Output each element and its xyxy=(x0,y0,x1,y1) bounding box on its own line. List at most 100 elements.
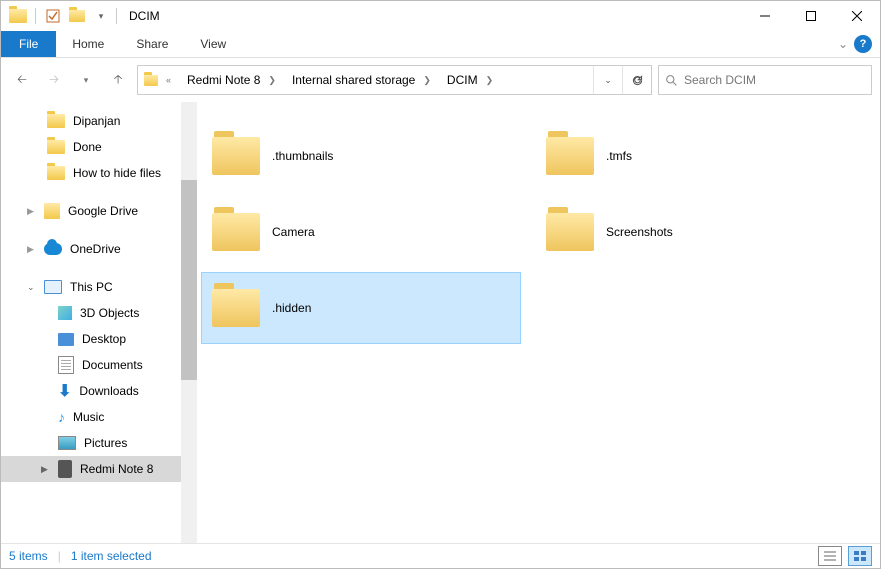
breadcrumb-dcim[interactable]: DCIM ❯ xyxy=(441,66,503,94)
nav-quick-howto[interactable]: How to hide files xyxy=(1,160,197,186)
address-dropdown-button[interactable]: ⌄ xyxy=(593,66,622,94)
item-label: Camera xyxy=(272,225,315,239)
quick-access-toolbar: ▾ xyxy=(1,5,112,27)
folder-screenshots[interactable]: Screenshots xyxy=(535,196,855,268)
file-tab[interactable]: File xyxy=(1,31,56,57)
nav-label: Google Drive xyxy=(68,204,138,218)
separator xyxy=(116,8,117,24)
close-button[interactable] xyxy=(834,1,880,31)
nav-redmi-note-8[interactable]: ▶ Redmi Note 8 xyxy=(1,456,197,482)
breadcrumb-storage[interactable]: Internal shared storage ❯ xyxy=(286,66,441,94)
status-bar: 5 items | 1 item selected xyxy=(1,543,880,568)
navigation-bar: 🡠 🡢 ▾ 🡡 « Redmi Note 8❯ Internal shared … xyxy=(1,58,880,102)
nav-downloads[interactable]: ⬇Downloads xyxy=(1,378,197,404)
status-selected-count: 1 item selected xyxy=(71,549,152,563)
folder-thumbnails[interactable]: .thumbnails xyxy=(201,120,521,192)
minimize-button[interactable] xyxy=(742,1,788,31)
content-area[interactable]: .thumbnails .tmfs Camera Screenshots .hi… xyxy=(197,102,880,543)
explorer-window: ▾ DCIM File Home Share View ⌄ ? 🡠 🡢 ▾ 🡡 … xyxy=(0,0,881,569)
folder-icon xyxy=(47,140,65,154)
nav-label: Done xyxy=(73,140,102,154)
expand-ribbon-button[interactable]: ⌄ xyxy=(838,37,848,51)
breadcrumb-device[interactable]: Redmi Note 8❯ xyxy=(181,66,286,94)
recent-dropdown-button[interactable]: ▾ xyxy=(73,67,99,93)
breadcrumb-root[interactable]: « xyxy=(138,66,181,94)
folder-icon xyxy=(212,289,260,327)
details-view-button[interactable] xyxy=(818,546,842,566)
onedrive-icon xyxy=(44,243,62,255)
home-tab[interactable]: Home xyxy=(56,31,120,57)
address-bar[interactable]: « Redmi Note 8❯ Internal shared storage❯… xyxy=(137,65,652,95)
nav-label: Dipanjan xyxy=(73,114,120,128)
phone-icon xyxy=(58,460,72,478)
3d-objects-icon xyxy=(58,306,72,320)
search-box[interactable]: Search DCIM xyxy=(658,65,872,95)
properties-qat-button[interactable] xyxy=(42,5,64,27)
share-tab[interactable]: Share xyxy=(120,31,184,57)
breadcrumb-label: DCIM xyxy=(447,73,478,87)
nav-desktop[interactable]: Desktop xyxy=(1,326,197,352)
nav-quick-done[interactable]: Done xyxy=(1,134,197,160)
nav-quick-dipanjan[interactable]: Dipanjan xyxy=(1,108,197,134)
folder-icon xyxy=(212,213,260,251)
refresh-button[interactable] xyxy=(622,66,651,94)
help-button[interactable]: ? xyxy=(854,35,872,53)
nav-label: This PC xyxy=(70,280,113,294)
folder-camera[interactable]: Camera xyxy=(201,196,521,268)
ribbon-tabs: File Home Share View ⌄ ? xyxy=(1,31,880,58)
nav-label: Redmi Note 8 xyxy=(80,462,153,476)
maximize-button[interactable] xyxy=(788,1,834,31)
nav-label: 3D Objects xyxy=(80,306,139,320)
folder-icon xyxy=(546,137,594,175)
expand-icon[interactable]: ▶ xyxy=(27,244,36,255)
item-label: Screenshots xyxy=(606,225,673,239)
nav-label: Pictures xyxy=(84,436,127,450)
chevron-right-icon: « xyxy=(162,75,175,85)
nav-music[interactable]: ♪ Music xyxy=(1,404,197,430)
chevron-right-icon: ❯ xyxy=(419,75,435,86)
back-button[interactable]: 🡠 xyxy=(9,67,35,93)
window-title: DCIM xyxy=(129,9,160,23)
folder-icon xyxy=(47,166,65,180)
scrollbar-thumb[interactable] xyxy=(181,180,197,380)
documents-icon xyxy=(58,356,74,374)
window-controls xyxy=(742,1,880,31)
expand-icon[interactable]: ▶ xyxy=(27,206,36,217)
nav-documents[interactable]: Documents xyxy=(1,352,197,378)
qat-dropdown-button[interactable]: ▾ xyxy=(90,5,112,27)
nav-onedrive[interactable]: ▶OneDrive xyxy=(1,236,197,262)
new-folder-qat-button[interactable] xyxy=(66,5,88,27)
nav-label: Documents xyxy=(82,358,143,372)
body: Dipanjan Done How to hide files ▶ Google … xyxy=(1,102,880,543)
google-drive-icon xyxy=(44,203,60,219)
view-tab[interactable]: View xyxy=(184,31,242,57)
search-placeholder: Search DCIM xyxy=(684,73,756,87)
nav-pictures[interactable]: Pictures xyxy=(1,430,197,456)
folder-icon xyxy=(7,5,29,27)
status-item-count: 5 items xyxy=(9,549,48,563)
nav-3d-objects[interactable]: 3D Objects xyxy=(1,300,197,326)
separator: | xyxy=(58,549,61,563)
breadcrumb-label: Internal shared storage xyxy=(292,73,415,87)
navigation-pane: Dipanjan Done How to hide files ▶ Google … xyxy=(1,102,197,543)
large-icons-view-button[interactable] xyxy=(848,546,872,566)
folder-icon xyxy=(212,137,260,175)
breadcrumb-label: Redmi Note 8 xyxy=(187,73,260,87)
music-icon: ♪ xyxy=(58,409,65,425)
folder-tmfs[interactable]: .tmfs xyxy=(535,120,855,192)
nav-this-pc[interactable]: ⌄ This PC xyxy=(1,274,197,300)
forward-button[interactable]: 🡢 xyxy=(41,67,67,93)
collapse-icon[interactable]: ⌄ xyxy=(27,282,36,293)
folder-hidden[interactable]: .hidden xyxy=(201,272,521,344)
nav-google-drive[interactable]: ▶ Google Drive xyxy=(1,198,197,224)
expand-icon[interactable]: ▶ xyxy=(41,464,50,475)
chevron-right-icon: ❯ xyxy=(482,75,498,86)
nav-scrollbar[interactable] xyxy=(181,102,197,543)
nav-label: Downloads xyxy=(79,384,138,398)
up-button[interactable]: 🡡 xyxy=(105,67,131,93)
nav-label: Music xyxy=(73,410,104,424)
separator xyxy=(35,8,36,24)
pc-icon xyxy=(44,280,62,294)
nav-label: How to hide files xyxy=(73,166,161,180)
item-label: .tmfs xyxy=(606,149,632,163)
